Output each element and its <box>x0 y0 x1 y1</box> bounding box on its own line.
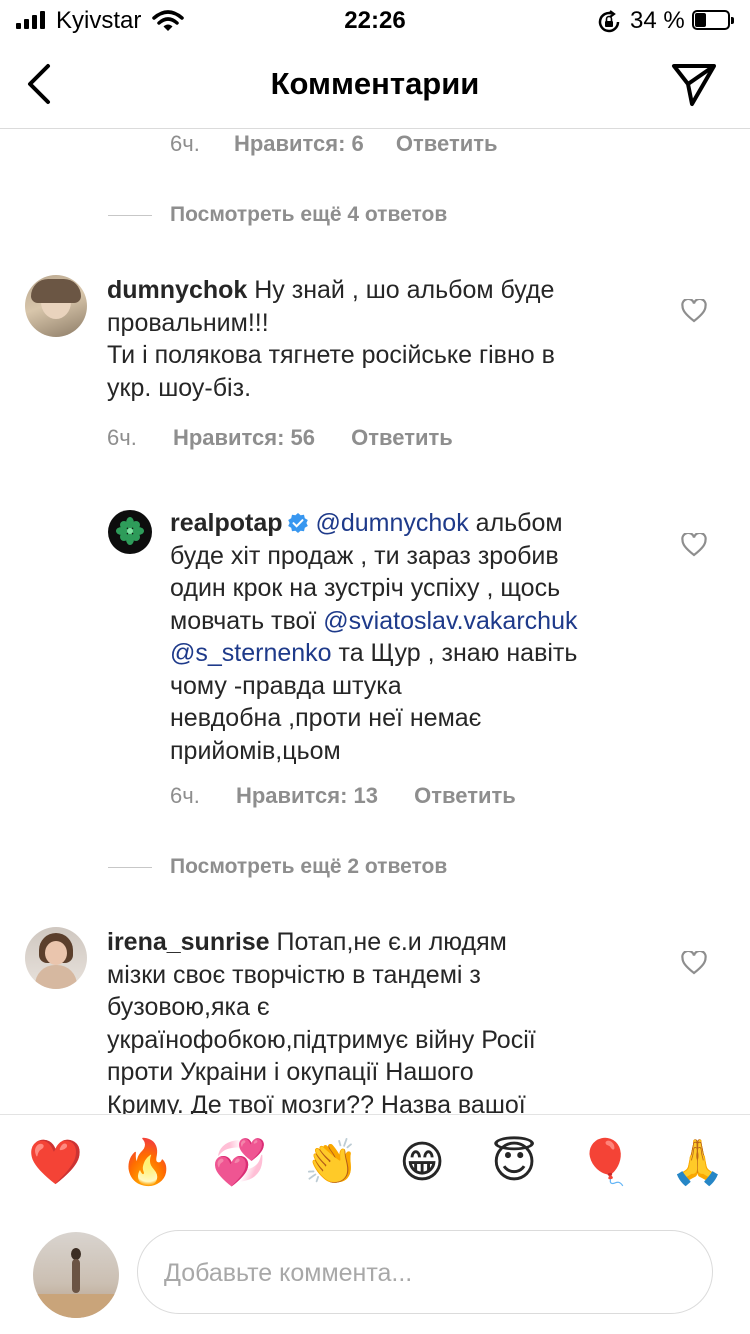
comment-text: чому -правда штука <box>170 671 402 700</box>
comment-text: Криму. Де твої мозги?? Назва вашої <box>107 1090 526 1115</box>
replies-divider-line <box>108 867 152 868</box>
emoji-halo-button[interactable]: 😇 <box>488 1137 540 1189</box>
mention-link[interactable]: @s_sternenko <box>170 639 332 667</box>
comment-text: провальним!!! <box>107 308 269 337</box>
like-heart-icon[interactable] <box>681 533 707 557</box>
comment-text: та Щур , знаю навіть <box>331 639 578 667</box>
comment-text: прийомів,цьом <box>170 736 341 765</box>
avatar[interactable] <box>108 510 152 554</box>
mention-link[interactable]: @dumnychok <box>315 509 468 537</box>
reply-button[interactable]: Ответить <box>414 783 516 808</box>
comment-username[interactable]: dumnychok <box>107 276 247 304</box>
like-heart-icon[interactable] <box>681 951 707 975</box>
verified-badge-icon <box>287 513 308 533</box>
emoji-heart-button[interactable]: ❤️ <box>28 1137 83 1189</box>
view-more-replies-button[interactable]: Посмотреть ещё 4 ответов <box>170 203 447 227</box>
battery-icon <box>692 10 736 32</box>
emoji-grin-button[interactable]: 😁 <box>396 1137 448 1189</box>
avatar[interactable] <box>25 927 87 989</box>
comment-time: 6ч. <box>107 425 137 450</box>
likes-count[interactable]: Нравится: 6 <box>234 131 364 156</box>
comment-text: українофобкою,підтримує війну Росії <box>107 1025 536 1054</box>
like-heart-icon[interactable] <box>681 299 707 323</box>
comment-body: dumnychok Ну знай , шо альбом буде прова… <box>107 274 677 404</box>
comment-text: буде хіт продаж , ти зараз зробив <box>170 541 559 570</box>
likes-count[interactable]: Нравится: 56 <box>173 425 315 450</box>
view-more-replies-button[interactable]: Посмотреть ещё 2 ответов <box>170 855 447 879</box>
comment-text: проти Украіни і окупації Нашого <box>107 1058 474 1086</box>
comment-text: мізки своє творчістю в тандемі з <box>107 960 481 989</box>
orientation-lock-icon <box>598 10 620 33</box>
comment-username[interactable]: irena_sunrise <box>107 928 270 956</box>
comment-meta: 6ч. Нравится: 56 Ответить <box>107 425 453 451</box>
page-title: Комментарии <box>270 66 480 101</box>
comment-username[interactable]: realpotap <box>170 509 283 537</box>
emoji-fire-button[interactable]: 🔥 <box>120 1137 175 1189</box>
reply-body: realpotap @dumnychok альбом буде хіт про… <box>170 507 650 767</box>
emoji-two-hearts-button[interactable]: 💞 <box>212 1137 267 1189</box>
reply-button[interactable]: Ответить <box>396 131 498 156</box>
emoji-quick-bar: ❤️ 🔥 💞 👏 😁 😇 🎈 🙏 <box>0 1114 750 1221</box>
comment-input-container <box>137 1230 713 1315</box>
reply-button[interactable]: Ответить <box>351 425 453 450</box>
comment-text: один крок на зустріч успіху , щось <box>170 574 561 602</box>
comment-text: альбом <box>468 509 563 537</box>
comment-body: irena_sunrise Потап,не є.и людям мізки с… <box>107 926 677 1114</box>
emoji-clap-button[interactable]: 👏 <box>304 1137 359 1189</box>
comment-text: Ти і полякова тягнете російське гівно в <box>107 341 555 369</box>
comment-time: 6ч. <box>170 783 200 808</box>
comment-text: укр. шоу-біз. <box>107 373 252 402</box>
comments-list: 6ч. Нравится: 6 Ответить Посмотреть ещё … <box>0 129 750 1114</box>
emoji-balloon-button[interactable]: 🎈 <box>578 1137 633 1189</box>
reply-meta: 6ч. Нравится: 6 Ответить <box>170 131 498 157</box>
comment-text: Потап,не є.и людям <box>269 928 507 956</box>
avatar[interactable] <box>25 275 87 337</box>
avatar <box>33 1232 119 1318</box>
reply-meta: 6ч. Нравится: 13 Ответить <box>170 783 516 809</box>
replies-divider-line <box>108 215 152 216</box>
comment-composer <box>0 1220 750 1334</box>
mention-link[interactable]: @sviatoslav.vakarchuk <box>323 607 577 635</box>
comment-text: Ну знай , шо альбом буде <box>247 276 555 304</box>
verified-logo-icon <box>116 517 144 545</box>
comment-time: 6ч. <box>170 131 200 156</box>
battery-percentage: 34 % <box>630 7 685 34</box>
comment-input[interactable] <box>162 1231 686 1315</box>
emoji-pray-button[interactable]: 🙏 <box>670 1137 725 1189</box>
comment-text: мовчать твої <box>170 606 324 635</box>
status-bar: Kyivstar 22:26 34 % <box>0 0 750 44</box>
likes-count[interactable]: Нравится: 13 <box>236 783 378 808</box>
comment-text: бузовою,яка є <box>107 993 270 1021</box>
direct-share-icon[interactable] <box>670 62 718 108</box>
comment-text: невдобна ,проти неї немає <box>170 704 482 732</box>
header: Комментарии <box>0 44 750 129</box>
